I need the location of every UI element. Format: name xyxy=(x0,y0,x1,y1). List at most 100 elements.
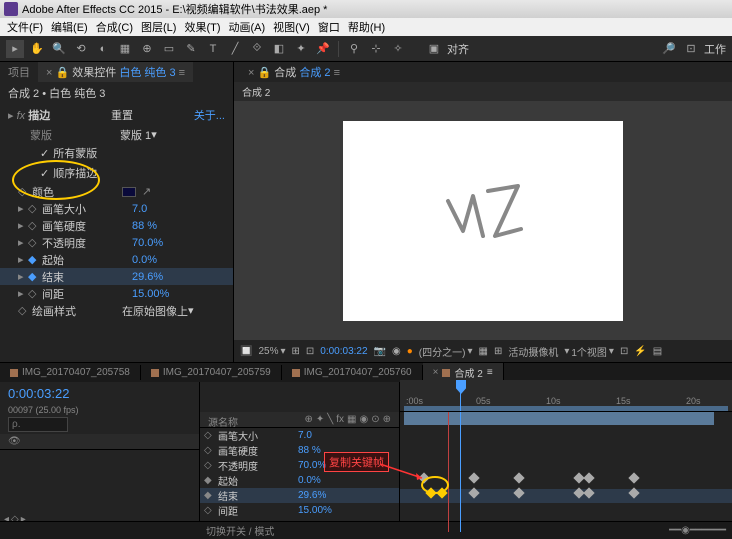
hand-tool-icon[interactable]: ✋ xyxy=(28,40,46,58)
toggle-switches-label[interactable]: 切换开关 / 模式 xyxy=(206,523,274,538)
stopwatch-icon[interactable]: ◇ xyxy=(28,202,42,215)
switch-icon[interactable]: ╲ xyxy=(327,414,333,425)
stopwatch-icon[interactable]: ◇ xyxy=(28,287,42,300)
grid-icon[interactable]: ⊞ xyxy=(494,346,502,357)
expand-icon[interactable]: ▸ xyxy=(18,236,28,249)
keyframe-icon[interactable] xyxy=(513,487,524,498)
opacity-value[interactable]: 70.0% xyxy=(132,237,163,249)
menu-view[interactable]: 视图(V) xyxy=(270,19,313,35)
stopwatch-icon[interactable]: ◇ xyxy=(204,430,218,441)
switch-icon[interactable]: ▦ xyxy=(347,414,356,425)
timeline-icon[interactable]: ▤ xyxy=(653,346,662,357)
tl-prop-value[interactable]: 0.0% xyxy=(298,475,321,486)
viewer-tab[interactable]: × 🔒 合成 合成 2 ≡ xyxy=(240,62,348,82)
tl-prop-value[interactable]: 88 % xyxy=(298,445,321,456)
stopwatch-icon[interactable]: ◇ xyxy=(18,304,32,317)
stopwatch-kf-icon[interactable]: ◆ xyxy=(28,270,42,283)
puppet-tool-icon[interactable]: 📌 xyxy=(314,40,332,58)
views-dropdown[interactable]: ▾ 1个视图 ▾ xyxy=(564,344,614,359)
axis-icon[interactable]: ⊹ xyxy=(367,40,385,58)
keyframe-icon[interactable] xyxy=(628,472,639,483)
timeline-tracks[interactable] xyxy=(400,412,732,512)
source-name-header[interactable]: 源名称 xyxy=(208,414,238,425)
stopwatch-icon[interactable]: ◆ xyxy=(204,475,218,486)
timeline-tab[interactable]: IMG_20170407_205758 xyxy=(0,365,141,380)
roto-tool-icon[interactable]: ✦ xyxy=(292,40,310,58)
effect-arrow-icon[interactable]: ▸ xyxy=(8,110,14,122)
timeline-search-input[interactable] xyxy=(8,417,68,432)
menu-layer[interactable]: 图层(L) xyxy=(138,19,179,35)
stopwatch-icon[interactable]: ◇ xyxy=(28,236,42,249)
seq-stroke-checkbox[interactable]: ✓ xyxy=(40,167,49,180)
clone-tool-icon[interactable]: ⟐ xyxy=(248,40,266,58)
align-icon[interactable]: ▣ xyxy=(425,40,443,58)
eraser-tool-icon[interactable]: ◧ xyxy=(270,40,288,58)
switch-icon[interactable]: ⊕ xyxy=(304,414,312,425)
switch-icon[interactable]: ⊕ xyxy=(383,414,391,425)
stopwatch-icon[interactable]: ◇ xyxy=(204,460,218,471)
keyframe-icon[interactable] xyxy=(628,487,639,498)
keyframe-icon[interactable] xyxy=(513,472,524,483)
tab-close-icon[interactable]: × xyxy=(433,367,439,378)
snap-icon[interactable]: ⚲ xyxy=(345,40,363,58)
composition-canvas[interactable] xyxy=(343,121,623,321)
channel-icon[interactable]: ◉ xyxy=(392,346,401,357)
switch-icon[interactable]: fx xyxy=(336,414,344,425)
viewer-comp-name[interactable]: 合成 2 xyxy=(234,82,732,101)
color-swatch[interactable] xyxy=(122,187,136,197)
end-value[interactable]: 29.6% xyxy=(132,271,163,283)
camera-dropdown[interactable]: 活动摄像机 xyxy=(508,344,558,359)
stopwatch-icon[interactable]: ◇ xyxy=(204,505,218,516)
eyedropper-icon[interactable]: ↗ xyxy=(142,185,151,198)
paint-style-value[interactable]: 在原始图像上 ▾ xyxy=(122,303,194,319)
all-masks-checkbox[interactable]: ✓ xyxy=(40,147,49,160)
text-tool-icon[interactable]: T xyxy=(204,40,222,58)
effect-fx-icon[interactable]: fx xyxy=(17,110,26,122)
brush-hard-value[interactable]: 88 % xyxy=(132,220,157,232)
pixel-aspect-icon[interactable]: ⊡ xyxy=(620,346,628,357)
viewer-tab-menu-icon[interactable]: ≡ xyxy=(334,67,340,79)
switch-icon[interactable]: ◉ xyxy=(359,414,368,425)
keyframe-icon[interactable] xyxy=(468,472,479,483)
search-icon[interactable]: 🔎 xyxy=(660,40,678,58)
zoom-slider[interactable]: ━━◉━━━━━━ xyxy=(669,525,726,536)
stopwatch-kf-icon[interactable]: ◆ xyxy=(28,253,42,266)
effect-name[interactable]: 描边 xyxy=(28,110,50,122)
start-value[interactable]: 0.0% xyxy=(132,254,157,266)
tl-prop-value[interactable]: 29.6% xyxy=(298,490,326,501)
res-full-icon[interactable]: ⊞ xyxy=(292,346,300,357)
keyframe-icon[interactable] xyxy=(418,472,429,483)
magnify-icon[interactable]: 🔲 xyxy=(240,346,252,357)
menu-anim[interactable]: 动画(A) xyxy=(226,19,269,35)
brush-size-value[interactable]: 7.0 xyxy=(132,203,147,215)
roi-icon[interactable]: ▦ xyxy=(478,346,487,357)
rgb-icon[interactable]: ● xyxy=(407,346,413,357)
keyframe-selected-icon[interactable] xyxy=(425,487,436,498)
keyframe-selected-icon[interactable] xyxy=(436,487,447,498)
expand-icon[interactable]: ▸ xyxy=(18,202,28,215)
stopwatch-icon[interactable]: ◇ xyxy=(28,219,42,232)
effects-tab-menu-icon[interactable]: ≡ xyxy=(179,67,185,79)
tl-prop-value[interactable]: 7.0 xyxy=(298,430,312,441)
zoom-tool-icon[interactable]: 🔍 xyxy=(50,40,68,58)
menu-comp[interactable]: 合成(C) xyxy=(93,19,136,35)
screen-icon[interactable]: ⊡ xyxy=(682,40,700,58)
tl-prop-value[interactable]: 15.00% xyxy=(298,505,332,516)
keyframe-icon[interactable] xyxy=(468,487,479,498)
viewer-close-icon[interactable]: × xyxy=(248,67,254,79)
playhead[interactable] xyxy=(460,380,461,411)
timeline-track-area[interactable]: ⊡ ⊕ ▦ ⊡ 父级 :00s 05s 10s 15s 20s xyxy=(400,382,732,537)
effects-tab[interactable]: × 🔒 效果控件 白色 纯色 3 ≡ xyxy=(38,62,193,82)
workspace-label[interactable]: 工作 xyxy=(704,41,726,57)
expand-icon[interactable]: ▸ xyxy=(18,219,28,232)
spacing-value[interactable]: 15.00% xyxy=(132,288,169,300)
keyframe-icon[interactable] xyxy=(583,487,594,498)
rotate-tool-icon[interactable]: ◐ xyxy=(94,40,112,58)
timeline-tab[interactable]: IMG_20170407_205760 xyxy=(282,365,423,380)
eye-col-icon[interactable]: 👁 xyxy=(8,436,21,447)
stopwatch-icon[interactable]: ◇ xyxy=(18,185,32,198)
fast-preview-icon[interactable]: ⚡ xyxy=(634,346,646,357)
expand-icon[interactable]: ▸ xyxy=(18,270,28,283)
menu-file[interactable]: 文件(F) xyxy=(4,19,46,35)
selection-tool-icon[interactable]: ▸ xyxy=(6,40,24,58)
